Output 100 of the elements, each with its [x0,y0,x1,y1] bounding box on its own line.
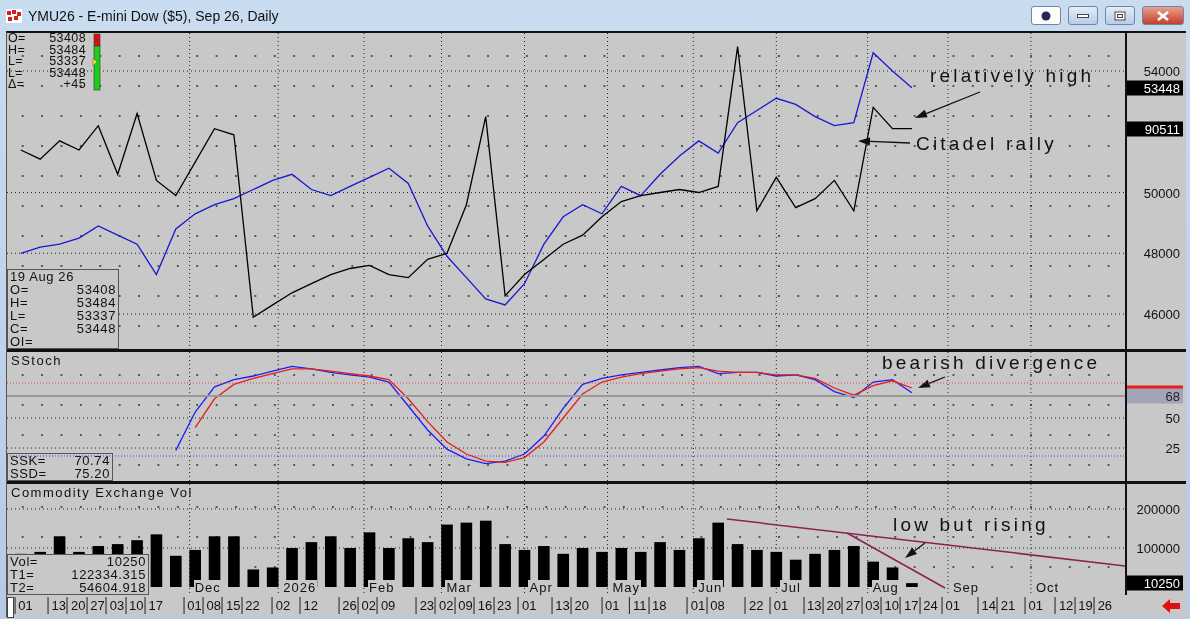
annotation-text: Citadel rally [916,133,1057,154]
volume-bar [479,520,492,587]
month-label: May [611,580,642,595]
date-label: 01 [601,597,620,614]
volume-bar [344,548,356,587]
month-label: Oct [1034,580,1061,595]
annotation-text: low but rising [893,514,1049,535]
date-label: 01 [183,597,202,614]
axis-label: 48000 [1143,245,1180,261]
date-label: 13 [803,597,822,614]
month-label: Mar [445,580,473,595]
left-arrow-icon[interactable] [1162,599,1180,613]
volume-bar [402,538,415,587]
date-label: 15 [221,597,241,614]
volume-bar [751,549,763,587]
date-label: 09 [376,597,396,614]
volume-bar [731,544,744,587]
month-label: Aug [871,580,900,595]
maximize-icon [1114,10,1126,21]
volume-bar [150,534,163,587]
quote-label: Δ= [8,79,26,91]
maximize-button[interactable] [1105,6,1135,25]
month-label: Sep [951,580,981,595]
volume-bar [906,583,918,587]
axis-label: 100000 [1136,540,1180,556]
date-label: 20 [822,597,841,614]
date-label: 09 [454,597,473,614]
date-label: 01 [769,597,789,614]
quote-value: 53408 [48,33,86,45]
date-label: 23 [415,597,435,614]
date-label: 03 [105,597,125,614]
date-label: 14 [977,597,996,614]
minimize-icon [1077,12,1089,19]
quote-label: L= [8,56,25,68]
info-value: 122334.315 [70,568,146,581]
month-label: Feb [368,580,396,595]
date-label: 02 [435,597,454,614]
volume-bar [809,553,821,587]
date-label: 23 [493,597,512,614]
date-label: 26 [1093,597,1113,614]
month-label: Jun [697,580,724,595]
volume-bar [266,567,279,587]
quote-value: 53337 [48,56,86,68]
date-label: 03 [861,597,880,614]
close-button[interactable] [1142,6,1184,25]
value-tag: 10250 [1127,575,1183,591]
info-label: Vol= [10,555,39,568]
date-label: 10 [880,597,899,614]
minimize-button[interactable] [1068,6,1098,25]
panel-title: Commodity Exchange Vol [11,485,193,500]
info-label: T1= [10,568,36,581]
quote-label: L= [8,67,25,80]
date-label: 21 [996,597,1016,614]
date-label: 27 [86,597,105,614]
panel-title: SStoch [11,353,62,368]
value-tag: 90511 [1127,121,1183,137]
volume-bar [673,549,686,587]
dot-button[interactable] [1031,6,1061,25]
volume-bar [557,553,570,587]
axis-label: 200000 [1136,501,1180,517]
date-label: 17 [899,597,919,614]
quote-label: O= [8,33,27,45]
range-gauge-icon [92,33,102,91]
app-icon [6,8,22,23]
volume-bar [828,549,841,587]
date-label: 08 [202,597,221,614]
date-label: 27 [841,597,861,614]
axis-label: 54000 [1143,63,1180,79]
date-label: 13 [551,597,570,614]
volume-bar [848,546,860,587]
date-label: 01 [686,597,706,614]
info-value: 70.74 [73,454,110,467]
info-value: 75.20 [73,467,110,480]
info-value: 53484 [75,296,116,309]
volume-bar [499,544,511,587]
info-value: 53448 [75,322,116,335]
info-label: SSK= [10,454,47,467]
volume-bar [518,549,531,587]
volume-bar [421,542,434,587]
date-label: 13 [47,597,67,614]
bar-date: 19 Aug 26 [10,270,75,283]
annotation-text: relatively high [930,65,1095,86]
month-label: Apr [528,580,554,595]
date-label: 11 [629,597,647,614]
date-label: 26 [338,597,357,614]
arrow [915,91,981,118]
info-value: 53408 [75,283,116,296]
date-label: 02 [271,597,291,614]
date-label: 20 [570,597,590,614]
date-label: 22 [744,597,764,614]
quote-label: H= [8,44,27,57]
scroll-box[interactable] [7,597,14,618]
close-icon [1157,10,1169,21]
date-label: 18 [648,597,667,614]
annotation-text: bearish divergence [882,352,1101,373]
month-label: Dec [193,580,222,595]
volume-bar [247,569,260,587]
info-label: OI= [10,335,34,348]
info-label: T2= [10,581,36,594]
axis-label: 25 [1165,440,1180,456]
